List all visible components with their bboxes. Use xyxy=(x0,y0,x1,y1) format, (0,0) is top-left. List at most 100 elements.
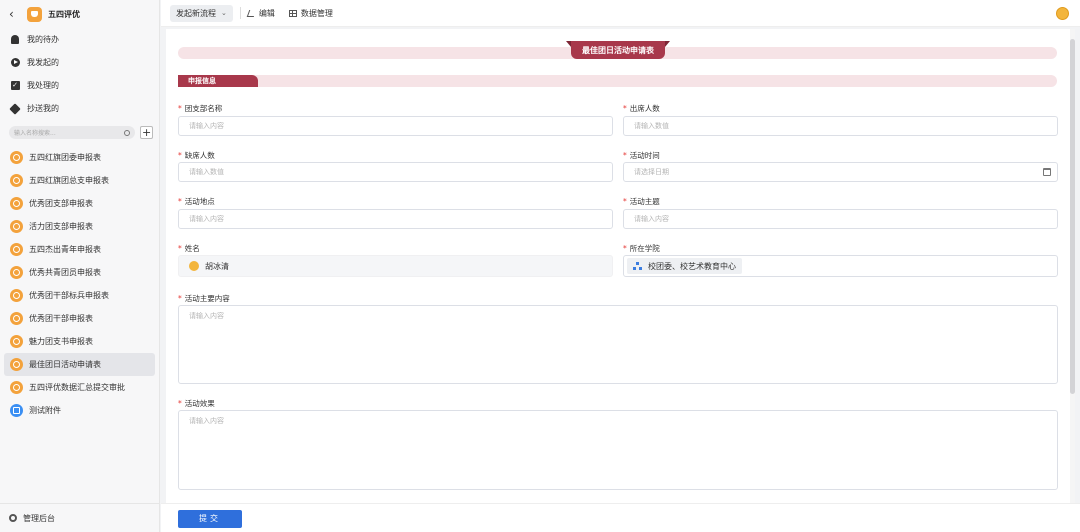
search-icon xyxy=(124,129,131,136)
branch-name-input[interactable]: 请输入内容 xyxy=(178,116,613,136)
field-label-branch-name: * 团支部名称 xyxy=(178,103,222,114)
required-mark: * xyxy=(178,399,182,408)
admin-label: 管理后台 xyxy=(23,513,55,523)
nav-item-label: 我发起的 xyxy=(27,58,59,67)
form-canvas: 最佳团日活动申请表 申报信息 * 团支部名称 请输入内容 * 出席人数 请输入数值 … xyxy=(166,29,1075,503)
nav-item-processed[interactable]: ✓ 我处理的 xyxy=(0,74,159,97)
required-mark: * xyxy=(178,294,182,303)
pencil-icon xyxy=(246,9,257,17)
tag-icon xyxy=(9,102,21,115)
placeholder: 请输入内容 xyxy=(189,215,224,223)
form-icon xyxy=(10,381,23,394)
label-text: 活动效果 xyxy=(184,399,215,408)
form-item[interactable]: 优秀团干部申报表 xyxy=(4,307,155,330)
form-icon xyxy=(10,220,23,233)
play-icon xyxy=(10,58,20,68)
nav-item-label: 我的待办 xyxy=(27,35,59,44)
submit-button[interactable]: 提交 xyxy=(178,510,242,528)
nav-item-initiated[interactable]: 我发起的 xyxy=(0,51,159,74)
toolbar-divider xyxy=(239,7,241,19)
department-name: 校团委、校艺术教育中心 xyxy=(648,261,736,271)
location-input[interactable]: 请输入内容 xyxy=(178,209,613,229)
scrollbar-thumb[interactable] xyxy=(1070,39,1075,394)
field-label-activity-time: * 活动时间 xyxy=(623,150,660,161)
required-mark: * xyxy=(178,151,182,160)
attendees-input[interactable]: 请输入数值 xyxy=(623,116,1058,136)
attachment-form-icon xyxy=(10,404,23,417)
form-item[interactable]: 五四红旗团委申报表 xyxy=(4,146,155,169)
form-icon xyxy=(10,312,23,325)
scrollbar-track[interactable] xyxy=(1070,29,1075,503)
nav-item-todo[interactable]: 我的待办 xyxy=(0,28,159,51)
form-item[interactable]: 测试附件 xyxy=(4,399,155,422)
data-manage-label: 数据管理 xyxy=(300,8,333,18)
required-mark: * xyxy=(178,244,182,253)
required-mark: * xyxy=(178,104,182,113)
start-flow-dropdown[interactable]: 发起新流程 ⌄ xyxy=(170,4,233,22)
app-logo-icon xyxy=(27,6,42,22)
user-avatar-icon xyxy=(189,261,199,271)
field-label-attendees: * 出席人数 xyxy=(623,103,660,114)
form-item[interactable]: 魅力团支书申报表 xyxy=(4,330,155,353)
edit-label: 编辑 xyxy=(258,8,275,18)
label-text: 出席人数 xyxy=(629,104,660,113)
form-item-label: 五四评优数据汇总提交审批 xyxy=(29,383,125,392)
form-item-active[interactable]: 最佳团日活动申请表 xyxy=(4,353,155,376)
form-title: 最佳团日活动申请表 xyxy=(566,41,670,59)
form-icon xyxy=(10,266,23,279)
search-input[interactable]: 输入名称搜索... xyxy=(9,126,136,139)
add-form-button[interactable]: + xyxy=(140,126,153,139)
user-chip: 胡冰清 xyxy=(189,258,229,274)
form-item[interactable]: 优秀团干部标兵申报表 xyxy=(4,284,155,307)
sidebar-header: ‹ 五四评优 xyxy=(0,0,159,28)
form-item[interactable]: 五四评优数据汇总提交审批 xyxy=(4,376,155,399)
form-item[interactable]: 优秀共青团员申报表 xyxy=(4,261,155,284)
nav-item-label: 我处理的 xyxy=(27,81,59,90)
chevron-down-icon: ⌄ xyxy=(221,9,227,17)
field-label-location: * 活动地点 xyxy=(178,196,215,207)
search-row: 输入名称搜索... + xyxy=(0,120,159,143)
form-icon xyxy=(10,174,23,187)
nav-item-label: 抄送我的 xyxy=(27,104,59,113)
field-label-absentees: * 缺席人数 xyxy=(178,150,215,161)
form-item-label: 优秀团干部标兵申报表 xyxy=(29,291,109,300)
form-icon xyxy=(10,358,23,371)
form-item[interactable]: 活力团支部申报表 xyxy=(4,215,155,238)
activity-date-picker[interactable]: 请选择日期 xyxy=(623,162,1058,182)
form-icon xyxy=(10,243,23,256)
placeholder: 请输入内容 xyxy=(634,215,669,223)
field-label-theme: * 活动主题 xyxy=(623,196,660,207)
label-text: 所在学院 xyxy=(629,244,660,253)
data-manage-button[interactable]: 数据管理 xyxy=(288,8,333,19)
back-arrow-icon[interactable]: ‹ xyxy=(9,7,23,21)
nav-item-cc[interactable]: 抄送我的 xyxy=(0,97,159,120)
form-item-label: 优秀团干部申报表 xyxy=(29,314,93,323)
label-text: 活动主要内容 xyxy=(184,294,230,303)
start-flow-label: 发起新流程 xyxy=(176,8,216,18)
edit-button[interactable]: 编辑 xyxy=(246,8,275,19)
field-label-content: * 活动主要内容 xyxy=(178,293,230,304)
form-item-label: 最佳团日活动申请表 xyxy=(29,360,101,369)
form-item[interactable]: 优秀团支部申报表 xyxy=(4,192,155,215)
label-text: 姓名 xyxy=(184,244,200,253)
org-tree-icon xyxy=(633,262,642,270)
form-item-label: 五四红旗团总支申报表 xyxy=(29,176,109,185)
user-avatar[interactable] xyxy=(1056,7,1069,20)
form-item[interactable]: 五四红旗团总支申报表 xyxy=(4,169,155,192)
form-item-label: 五四杰出青年申报表 xyxy=(29,245,101,254)
theme-input[interactable]: 请输入内容 xyxy=(623,209,1058,229)
effect-textarea[interactable]: 请输入内容 xyxy=(178,410,1058,490)
form-item-label: 五四红旗团委申报表 xyxy=(29,153,101,162)
form-icon xyxy=(10,151,23,164)
placeholder: 请输入内容 xyxy=(189,417,224,425)
form-icon xyxy=(10,335,23,348)
bell-icon xyxy=(10,35,20,45)
label-text: 团支部名称 xyxy=(184,104,223,113)
form-item[interactable]: 五四杰出青年申报表 xyxy=(4,238,155,261)
admin-link[interactable]: 管理后台 xyxy=(0,503,160,532)
required-mark: * xyxy=(623,244,627,253)
form-list: 五四红旗团委申报表 五四红旗团总支申报表 优秀团支部申报表 活力团支部申报表 五… xyxy=(0,146,159,422)
app-title: 五四评优 xyxy=(48,9,80,19)
content-textarea[interactable]: 请输入内容 xyxy=(178,305,1058,384)
absentees-input[interactable]: 请输入数值 xyxy=(178,162,613,182)
